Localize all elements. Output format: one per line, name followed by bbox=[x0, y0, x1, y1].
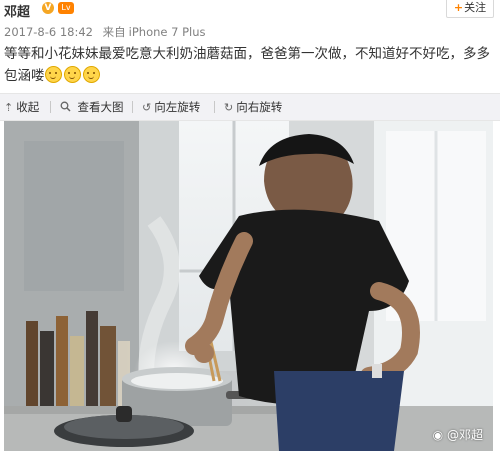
view-large-button[interactable]: 查看大图 bbox=[60, 94, 124, 120]
cooking-photo-illustration bbox=[4, 121, 493, 451]
rotate-right-icon: ↻ bbox=[224, 101, 234, 114]
verified-badge-icon: V bbox=[42, 2, 54, 14]
rotate-left-button[interactable]: ↺ 向左旋转 bbox=[142, 94, 200, 120]
collapse-button[interactable]: ⇡ 收起 bbox=[4, 94, 39, 120]
rotate-right-button[interactable]: ↻ 向右旋转 bbox=[224, 94, 282, 120]
level-badge-icon: Lv bbox=[58, 2, 74, 14]
weibo-logo-icon: ◉ bbox=[432, 428, 444, 442]
toolbar-divider bbox=[132, 101, 133, 113]
watermark-text: @邓超 bbox=[446, 428, 483, 442]
post-source[interactable]: iPhone 7 Plus bbox=[129, 25, 206, 39]
toolbar-divider bbox=[214, 101, 215, 113]
cat-emoji-icon bbox=[63, 66, 81, 83]
collapse-label: 收起 bbox=[16, 100, 40, 114]
post-meta: 2017-8-6 18:42 来自 iPhone 7 Plus bbox=[4, 24, 212, 40]
zoom-icon bbox=[60, 101, 75, 114]
cat-emoji-icon bbox=[44, 66, 62, 83]
source-prefix: 来自 bbox=[102, 25, 126, 39]
post-header: 邓超 V Lv +关注 bbox=[4, 0, 496, 20]
post-content: 等等和小花妹妹最爱吃意大利奶油蘑菇面，爸爸第一次做，不知道好不好吃，多多包涵喽 bbox=[4, 43, 494, 87]
follow-button[interactable]: +关注 bbox=[446, 0, 494, 18]
follow-label: 关注 bbox=[464, 1, 487, 14]
rotate-right-label: 向右旋转 bbox=[236, 100, 283, 114]
rotate-left-icon: ↺ bbox=[142, 101, 152, 114]
toolbar-divider bbox=[50, 101, 51, 113]
cat-emoji-icon bbox=[82, 66, 100, 83]
watermark: ◉ @邓超 bbox=[433, 426, 483, 443]
post-date[interactable]: 2017-8-6 18:42 bbox=[4, 25, 93, 39]
rotate-left-label: 向左旋转 bbox=[154, 100, 201, 114]
image-toolbar: ⇡ 收起 查看大图 ↺ 向左旋转 ↻ 向右旋转 bbox=[0, 93, 500, 121]
post-photo[interactable]: ◉ @邓超 bbox=[4, 121, 493, 451]
collapse-icon: ⇡ bbox=[4, 101, 14, 114]
author-name[interactable]: 邓超 bbox=[4, 1, 30, 20]
plus-icon: + bbox=[453, 1, 464, 14]
view-large-label: 查看大图 bbox=[77, 100, 124, 114]
